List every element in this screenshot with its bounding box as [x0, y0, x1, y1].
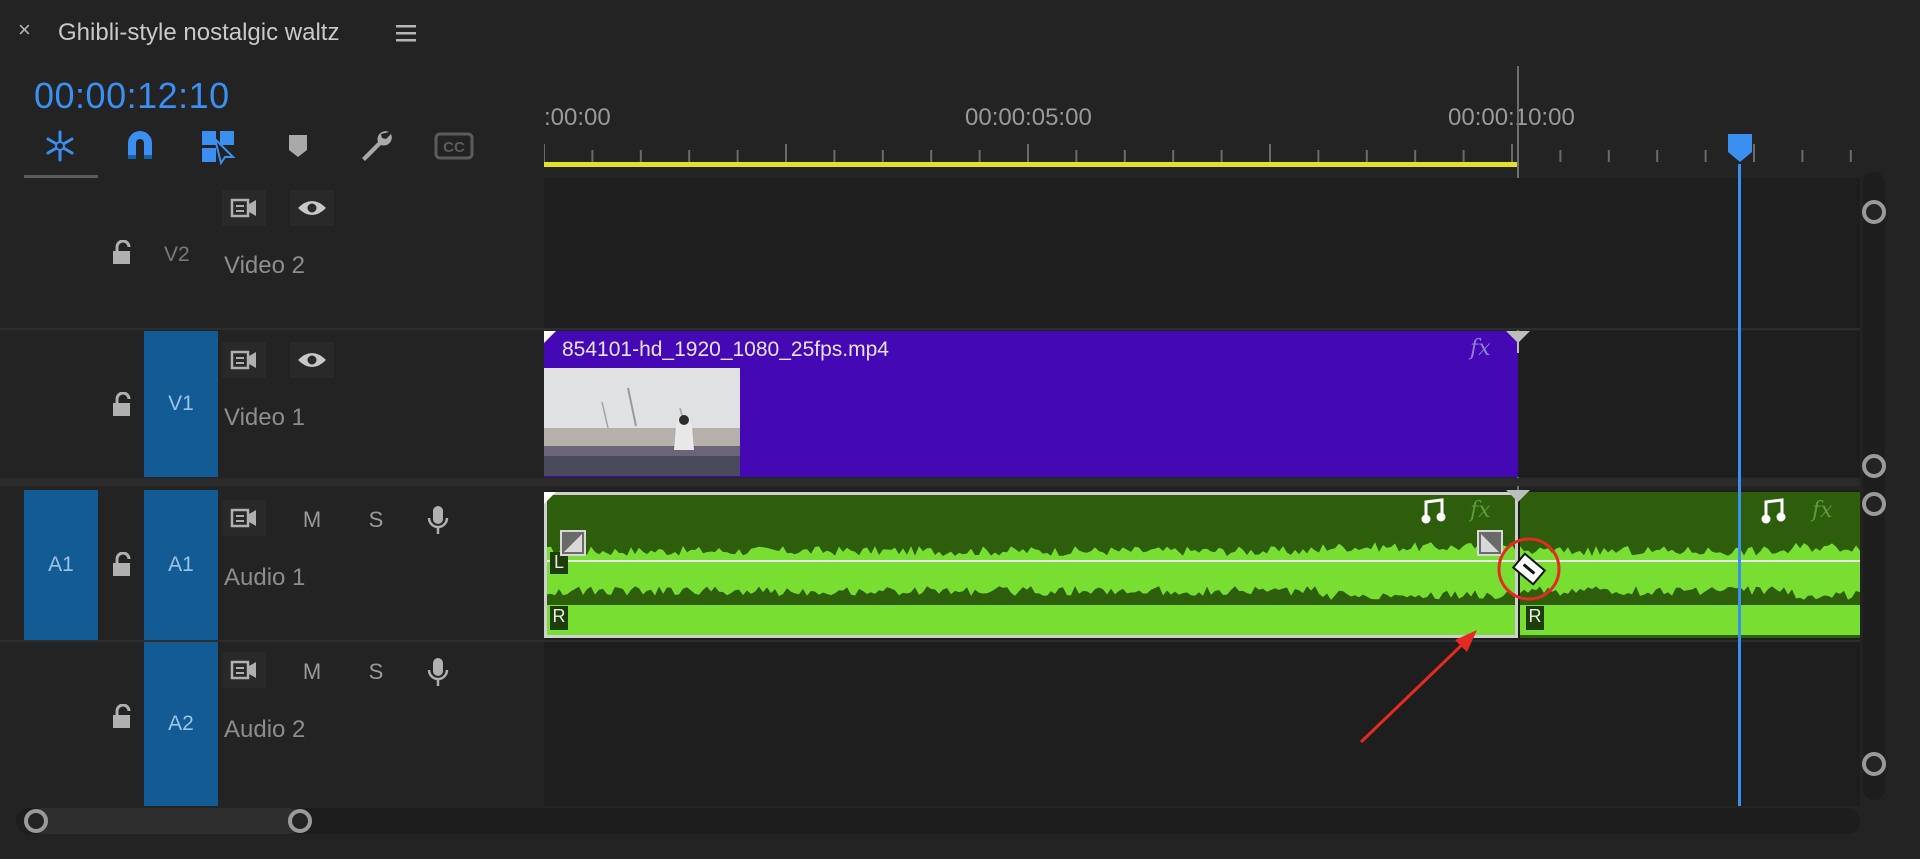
lock-icon-v2[interactable] — [110, 239, 134, 266]
linked-selection-icon[interactable] — [198, 126, 238, 166]
hamburger-menu-icon[interactable] — [396, 24, 416, 42]
microphone-icon-a2[interactable] — [416, 654, 460, 690]
channel-label-r: R — [550, 606, 568, 630]
toggle-sync-lock-v2[interactable] — [222, 190, 266, 226]
music-note-icon-right — [1761, 498, 1786, 524]
captions-cc-icon[interactable]: CC — [434, 126, 474, 166]
fade-in-handle-icon[interactable] — [560, 530, 586, 556]
channel-label-r-right: R — [1526, 606, 1544, 630]
mute-button-a1[interactable]: M — [290, 502, 334, 538]
razor-tool-cursor-icon — [1497, 537, 1561, 601]
video-clip-name: 854101-hd_1920_1080_25fps.mp4 — [562, 338, 889, 361]
add-marker-icon[interactable] — [278, 126, 318, 166]
ruler-label-5s: 00:00:05:00 — [965, 104, 1092, 131]
hscroll-thumb[interactable] — [30, 808, 302, 834]
vscroll-handle-v-bottom[interactable] — [1862, 454, 1886, 478]
music-note-icon — [1421, 498, 1446, 524]
track-id-v2[interactable]: V2 — [164, 243, 190, 267]
clip-start-corner — [544, 331, 556, 343]
eye-icon-v1[interactable] — [290, 342, 334, 378]
hscroll-handle-left[interactable] — [24, 809, 48, 833]
track-name-a1: Audio 1 — [224, 564, 306, 591]
track-target-a1[interactable]: A1 — [144, 490, 218, 640]
playhead-timecode[interactable]: 00:00:12:10 — [34, 74, 230, 118]
time-ruler[interactable] — [544, 140, 1860, 174]
solo-button-a1[interactable]: S — [354, 502, 398, 538]
track-name-v1: Video 1 — [224, 404, 305, 431]
clip-start-corner-a1 — [544, 492, 556, 504]
toggle-sync-lock-a1[interactable] — [222, 500, 266, 536]
hscroll-handle-right[interactable] — [288, 809, 312, 833]
lock-icon-a1[interactable] — [110, 551, 134, 578]
track-name-v2: Video 2 — [224, 252, 305, 279]
audio-waveform-left — [547, 542, 1515, 635]
track-name-a2: Audio 2 — [224, 716, 306, 743]
vertical-scrollbar[interactable] — [1863, 172, 1885, 800]
track-top-edge — [24, 175, 98, 178]
sequence-title: Ghibli-style nostalgic waltz — [58, 19, 340, 46]
track-divider — [0, 328, 1860, 330]
eye-icon-v2[interactable] — [290, 190, 334, 226]
lock-icon-a2[interactable] — [110, 703, 134, 730]
solo-button-a2[interactable]: S — [354, 654, 398, 690]
insert-nest-icon[interactable] — [40, 126, 80, 166]
audio-fx-badge-right[interactable]: fx — [1812, 498, 1833, 523]
work-area-bar — [544, 162, 1518, 167]
playhead-marker-icon[interactable] — [1726, 132, 1754, 164]
track-target-v1[interactable]: V1 — [144, 331, 218, 477]
track-target-a2[interactable]: A2 — [144, 642, 218, 806]
video-thumbnail-image — [544, 368, 740, 476]
ruler-label-start: :00:00 — [544, 104, 611, 131]
audio-fx-badge-left[interactable]: fx — [1470, 498, 1491, 523]
ruler-label-10s: 00:00:10:00 — [1448, 104, 1575, 131]
toggle-sync-lock-a2[interactable] — [222, 652, 266, 688]
audio-waveform-right — [1520, 542, 1860, 635]
clip-end-marker-a1 — [1506, 490, 1530, 502]
annotation-arrow — [1359, 630, 1477, 744]
toggle-sync-lock-v1[interactable] — [222, 342, 266, 378]
vscroll-handle-top[interactable] — [1862, 200, 1886, 224]
lock-icon-v1[interactable] — [110, 391, 134, 418]
track-lane-v2[interactable] — [544, 178, 1860, 328]
video-fx-badge[interactable]: fx — [1470, 336, 1491, 361]
svg-text:CC: CC — [443, 139, 465, 156]
microphone-icon-a1[interactable] — [416, 502, 460, 538]
vscroll-handle-bottom[interactable] — [1862, 752, 1886, 776]
clip-end-marker-v1 — [1506, 331, 1530, 353]
close-icon[interactable]: × — [18, 18, 38, 42]
video-audio-separator — [0, 478, 1860, 486]
source-patch-a1[interactable]: A1 — [24, 490, 98, 640]
track-lane-a2[interactable] — [544, 642, 1860, 806]
mute-button-a2[interactable]: M — [290, 654, 334, 690]
playhead-line[interactable] — [1738, 164, 1741, 806]
snap-magnet-icon[interactable] — [120, 126, 160, 166]
settings-wrench-icon[interactable] — [356, 126, 396, 166]
vscroll-handle-a-top[interactable] — [1862, 492, 1886, 516]
